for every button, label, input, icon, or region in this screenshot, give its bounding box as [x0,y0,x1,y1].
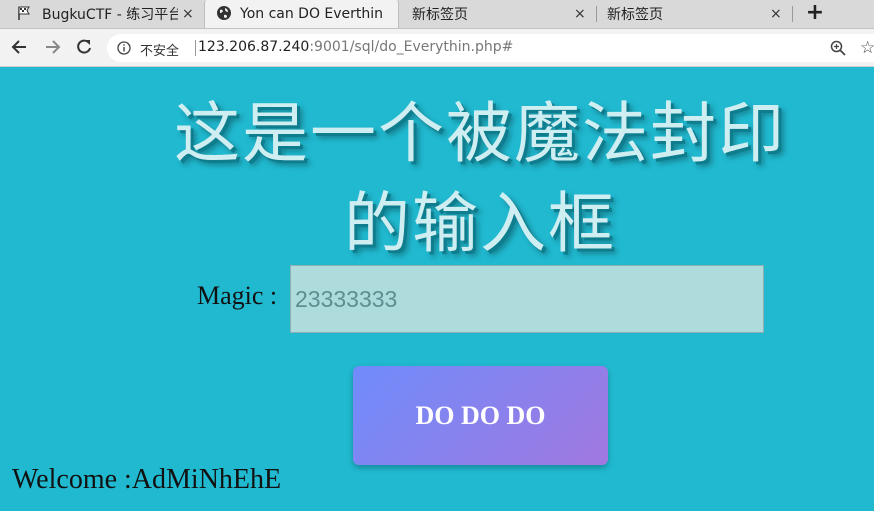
tab-title: 新标签页 [412,7,468,23]
tab-new-1[interactable]: 新标签页 × [400,0,596,28]
new-tab-button[interactable]: + [803,1,827,25]
page-content: 这是一个被魔法封印的输入框 Magic : DO DO DO Welcome :… [0,67,874,511]
security-status: 不安全 [140,44,180,59]
magic-input[interactable] [290,265,764,333]
globe-icon [217,6,231,20]
tab-yon-can-do[interactable]: Yon can DO Everthin [204,0,399,28]
divider [195,40,196,56]
zoom-icon[interactable] [830,40,846,56]
url-path: :9001/sql/do_Everythin.php# [309,39,514,55]
tab-new-2[interactable]: 新标签页 × [597,0,793,28]
forward-arrow-icon[interactable] [42,37,62,57]
close-tab-icon[interactable]: × [574,6,586,22]
welcome-text: Welcome :AdMiNhEhE [12,464,282,495]
back-arrow-icon[interactable] [10,37,30,57]
tab-title: Yon can DO Everthin [240,6,384,22]
info-icon[interactable] [117,41,131,55]
do-button[interactable]: DO DO DO [353,366,608,465]
flag-icon [18,6,30,20]
tab-separator [792,6,793,22]
url-text[interactable]: 123.206.87.240:9001/sql/do_Everythin.php… [198,39,513,55]
bookmark-star-icon[interactable]: ☆ [860,38,874,58]
browser-toolbar: 不安全 123.206.87.240:9001/sql/do_Everythin… [0,29,874,67]
close-tab-icon[interactable]: × [770,6,782,22]
tab-bugkuctf[interactable]: BugkuCTF - 练习平台 × [0,0,203,28]
magic-label: Magic : [197,281,278,310]
reload-icon[interactable] [74,37,94,57]
address-bar[interactable]: 不安全 123.206.87.240:9001/sql/do_Everythin… [107,34,874,62]
close-tab-icon[interactable]: × [182,6,194,22]
tab-strip: BugkuCTF - 练习平台 × Yon can DO Everthin 新标… [0,0,874,29]
tab-title: BugkuCTF - 练习平台 [42,7,178,23]
tab-title: 新标签页 [607,7,663,23]
page-title: 这是一个被魔法封印的输入框 [174,95,786,262]
url-host: 123.206.87.240 [198,39,310,55]
